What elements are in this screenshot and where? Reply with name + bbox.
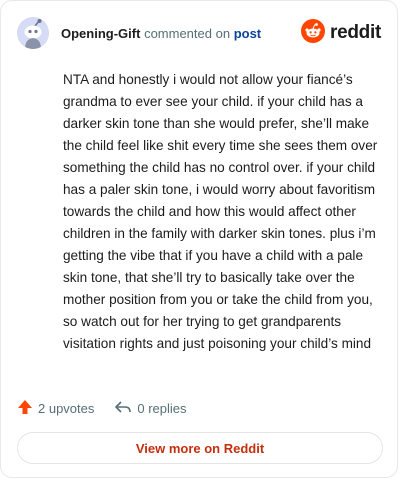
comment-header: Opening-Gift commented on post reddit [17,17,381,49]
post-link[interactable]: post [234,26,261,41]
upvote-button[interactable]: 2 upvotes [17,399,94,418]
byline-action-text: commented on [144,25,231,41]
upvote-count: 2 upvotes [38,400,95,416]
embed-card: Opening-Gift commented on post reddit NT… [0,0,398,478]
reddit-logo-icon [301,18,326,48]
upvote-arrow-icon [17,399,33,418]
author-name[interactable]: Opening-Gift [61,26,140,41]
brand-wordmark: reddit [330,22,381,43]
comment-actions: 2 upvotes 0 replies [17,397,187,419]
snoo-avatar-icon[interactable] [17,17,49,49]
reddit-brand[interactable]: reddit [301,18,381,48]
reply-button[interactable]: 0 replies [114,399,187,418]
comment-body: NTA and honestly i would not allow your … [63,72,378,351]
reply-arrow-icon [114,399,132,418]
byline: Opening-Gift commented on post [61,26,261,41]
view-more-button[interactable]: View more on Reddit [17,432,383,464]
reply-count: 0 replies [137,400,187,416]
